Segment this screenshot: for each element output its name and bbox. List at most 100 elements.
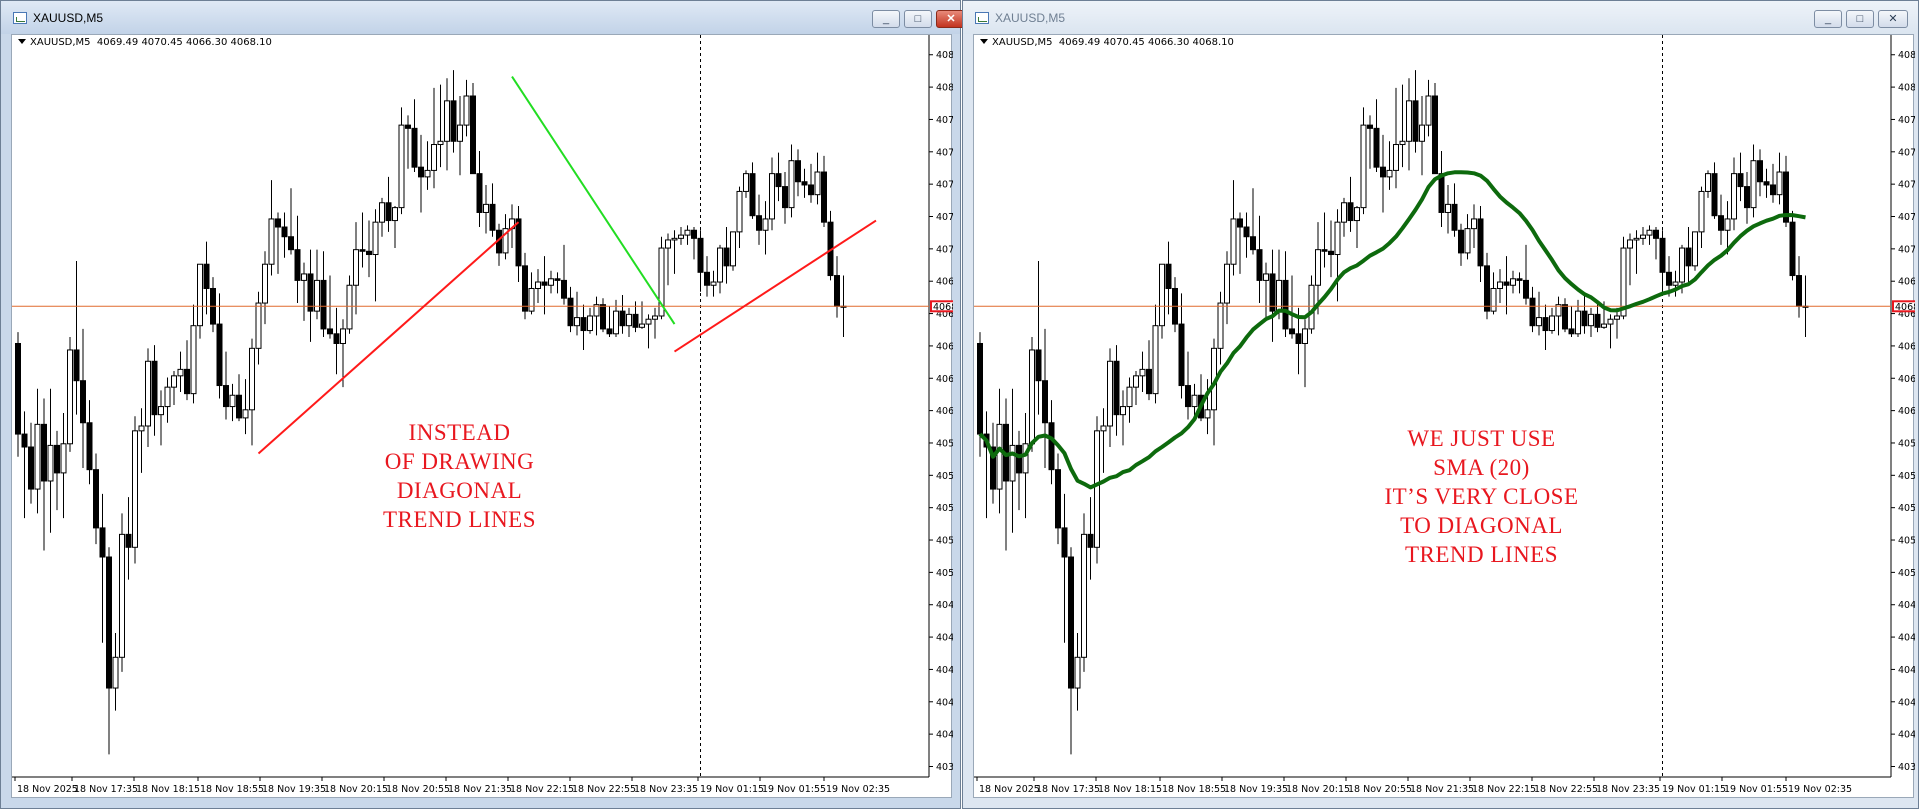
- candle-bull: [372, 221, 379, 256]
- candle-bear: [216, 323, 223, 387]
- price-tick-label: 4073.65: [936, 212, 953, 223]
- candle-bull: [1601, 323, 1607, 328]
- price-tick-label: 4075.65: [1898, 180, 1915, 191]
- candle-bull: [1679, 247, 1685, 283]
- candle-bear: [476, 173, 483, 213]
- candle-bear: [977, 342, 983, 435]
- chart-info-line: XAUUSD,M5 4069.49 4070.45 4066.30 4068.1…: [18, 37, 272, 48]
- price-chart-svg[interactable]: 4083.65 4081.65 4079.65 4077.65 4075.65 4073.…: [974, 35, 1915, 799]
- time-tick-label: 18 Nov 20:15: [1286, 784, 1350, 795]
- candle-bear: [450, 100, 457, 142]
- minimize-button[interactable]: _: [872, 10, 900, 28]
- time-tick-label: 18 Nov 20:55: [386, 784, 450, 795]
- candle-bull: [398, 124, 405, 209]
- price-tick-label: 4069.65: [936, 277, 953, 288]
- candle-bear: [21, 433, 28, 448]
- time-tick-label: 18 Nov 20:15: [324, 784, 388, 795]
- candle-bull: [1334, 221, 1341, 256]
- candle-bull: [762, 218, 769, 231]
- candle-bull: [158, 406, 164, 416]
- candle-bear: [775, 173, 782, 188]
- candle-bear: [1451, 203, 1458, 231]
- candle-bear: [411, 127, 418, 168]
- title-bar[interactable]: XAUUSD,M5 _ □ ✕: [1, 1, 966, 34]
- chart-menu-arrow-icon[interactable]: [18, 39, 26, 44]
- candle-bear: [1087, 533, 1094, 548]
- candle-bear: [1477, 218, 1484, 267]
- chart-menu-arrow-icon[interactable]: [980, 39, 988, 44]
- candle-bull: [1126, 386, 1133, 408]
- maximize-button[interactable]: □: [1846, 10, 1874, 28]
- candle-bear: [704, 271, 710, 286]
- candle-bull: [1230, 218, 1237, 265]
- candle-bull: [431, 144, 437, 171]
- chart-window-left[interactable]: XAUUSD,M5 _ □ ✕ 4083.65 4081.65 4079.65 407…: [0, 0, 966, 809]
- candle-bear: [41, 423, 47, 482]
- candle-bear: [1243, 226, 1250, 238]
- candle-bull: [574, 317, 580, 327]
- title-bar[interactable]: XAUUSD,M5 _ □ ✕: [963, 1, 1918, 34]
- candle-bull: [645, 318, 652, 325]
- price-tick-label: 4061.65: [936, 406, 953, 417]
- candle-bull: [1672, 281, 1679, 286]
- candle-bear: [405, 124, 411, 129]
- price-chart-svg[interactable]: 4083.65 4081.65 4079.65 4077.65 4075.65 4073.…: [12, 35, 953, 799]
- time-tick-label: 18 Nov 17:35: [74, 784, 138, 795]
- candle-bear: [1516, 278, 1523, 281]
- candle-bear: [1269, 273, 1276, 312]
- candle-bear: [795, 160, 801, 183]
- chart-ohlc: 4069.49 4070.45 4066.30 4068.10: [96, 37, 272, 48]
- candle-bear: [1289, 328, 1295, 335]
- candle-bear: [1744, 186, 1750, 209]
- candle-bull: [613, 310, 619, 335]
- candle-bull: [1731, 173, 1737, 220]
- time-tick-label: 18 Nov 18:55: [200, 784, 264, 795]
- candle-bull: [1614, 315, 1620, 320]
- candle-bear: [821, 171, 827, 223]
- candle-bear: [522, 265, 528, 312]
- candle-bull: [1100, 425, 1107, 432]
- price-tick-label: 4065.65: [1898, 341, 1915, 352]
- minimize-button[interactable]: _: [1814, 10, 1842, 28]
- chart-canvas[interactable]: 4083.65 4081.65 4079.65 4077.65 4075.65 4073.…: [11, 34, 953, 799]
- candle-bear: [223, 385, 229, 408]
- candle-bear: [1718, 215, 1724, 231]
- price-tick-label: 4045.65: [936, 665, 953, 676]
- chart-window-right[interactable]: XAUUSD,M5 _ □ ✕ 4083.65 4081.65 4079.65 407…: [962, 0, 1919, 809]
- candle-bear: [307, 273, 314, 312]
- candle-bull: [1750, 160, 1757, 209]
- time-tick-label: 19 Nov 02:35: [1788, 784, 1852, 795]
- candle-bear: [749, 173, 756, 217]
- candle-bull: [1497, 281, 1503, 289]
- close-button[interactable]: ✕: [1878, 10, 1908, 28]
- candle-bear: [1016, 444, 1022, 474]
- candle-bull: [1204, 409, 1211, 419]
- candle-bear: [489, 203, 496, 231]
- time-tick-label: 18 Nov 22:55: [572, 784, 636, 795]
- candle-bear: [184, 368, 190, 395]
- price-tick-label: 4065.65: [936, 341, 953, 352]
- candle-bull: [1302, 328, 1308, 344]
- candle-bear: [697, 237, 704, 273]
- candle-bear: [28, 446, 34, 490]
- candle-bear: [1035, 349, 1042, 382]
- candle-bear: [1178, 323, 1185, 387]
- candle-bear: [1763, 181, 1770, 186]
- candle-bear: [236, 394, 242, 419]
- candle-bull: [1549, 315, 1555, 332]
- candle-bull: [769, 173, 775, 220]
- candle-bull: [1263, 273, 1269, 281]
- maximize-button[interactable]: □: [904, 10, 932, 28]
- candle-bear: [1529, 297, 1536, 327]
- candle-bear: [515, 218, 522, 267]
- candle-bear: [15, 342, 21, 435]
- chart-symbol: XAUUSD,M5: [30, 37, 91, 48]
- chart-canvas[interactable]: 4083.65 4081.65 4079.65 4077.65 4075.65 4073.…: [973, 34, 1915, 799]
- time-tick-label: 18 Nov 21:35: [448, 784, 512, 795]
- candle-bull: [788, 160, 795, 209]
- candle-bear: [125, 533, 132, 548]
- candle-bull: [145, 360, 151, 427]
- candle-bull: [112, 656, 119, 689]
- candle-bull: [1575, 310, 1581, 335]
- candle-bear: [1484, 265, 1490, 312]
